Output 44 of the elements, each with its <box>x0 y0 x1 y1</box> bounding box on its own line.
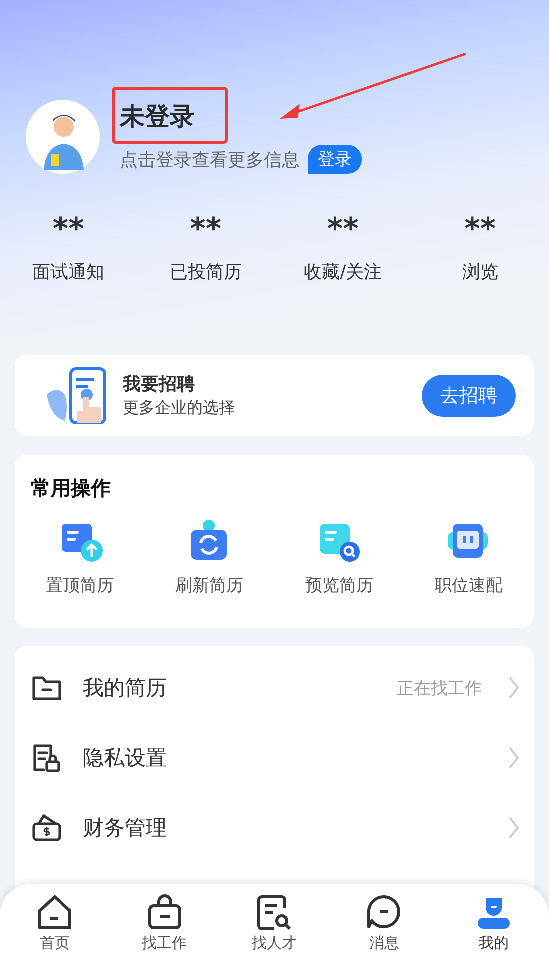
action-label[interactable]: 刷新简历 <box>176 574 244 597</box>
stat-label[interactable]: 浏览 <box>462 260 498 284</box>
menu-label: 隐私设置 <box>83 745 168 772</box>
stat-value[interactable]: ** <box>52 214 84 246</box>
menu-label: 我的简历 <box>83 675 168 702</box>
menu-label: 财务管理 <box>83 815 168 842</box>
login-hint: 点击登录查看更多信息 <box>120 148 300 172</box>
recruit-button[interactable]: 去招聘 <box>422 374 516 416</box>
stat-label[interactable]: 收藏/关注 <box>304 260 382 284</box>
document-lock-icon <box>31 742 63 774</box>
tab-item[interactable]: 找人才 <box>220 894 330 970</box>
menu-item[interactable]: 隐私设置 <box>15 723 534 793</box>
document-search-icon[interactable] <box>255 894 294 932</box>
login-button[interactable]: 登录 <box>308 145 362 174</box>
stat-value[interactable]: ** <box>464 214 496 246</box>
tab-label[interactable]: 找人才 <box>252 934 297 953</box>
stat-label[interactable]: 已投简历 <box>170 260 242 284</box>
tab-item[interactable]: 消息 <box>329 894 440 970</box>
chevron-icon <box>508 816 520 840</box>
menu-item[interactable]: 我的简历 正在找工作 <box>15 653 534 723</box>
tab-label[interactable]: 消息 <box>369 934 400 953</box>
home-icon[interactable] <box>36 894 74 932</box>
tab-label[interactable]: 找工作 <box>142 934 188 953</box>
action-label[interactable]: 置顶简历 <box>46 574 114 597</box>
recruit-title: 我要招聘 <box>123 373 196 396</box>
briefcase-icon[interactable] <box>146 894 184 932</box>
stat-value[interactable]: ** <box>190 214 222 246</box>
action-label[interactable]: 职位速配 <box>435 574 504 597</box>
tab-label[interactable]: 我的 <box>479 934 510 953</box>
tab-item[interactable]: 我的 <box>439 894 549 970</box>
chevron-icon <box>508 676 520 700</box>
tab-label[interactable]: 首页 <box>40 934 70 953</box>
action-label[interactable]: 预览简历 <box>305 574 374 597</box>
stat-value[interactable]: ** <box>327 214 359 246</box>
tab-item[interactable]: 找工作 <box>110 894 220 970</box>
tab-item[interactable]: 首页 <box>0 894 110 970</box>
user-name: 未登录 <box>120 101 195 133</box>
menu-item[interactable]: 财务管理 <box>15 793 534 863</box>
stat-label[interactable]: 面试通知 <box>32 260 105 284</box>
menu-value: 正在找工作 <box>397 678 482 700</box>
wallet-icon <box>31 812 63 844</box>
section-title: 常用操作 <box>31 475 112 502</box>
recruit-subtitle: 更多企业的选择 <box>123 398 236 419</box>
chevron-icon <box>508 746 520 770</box>
